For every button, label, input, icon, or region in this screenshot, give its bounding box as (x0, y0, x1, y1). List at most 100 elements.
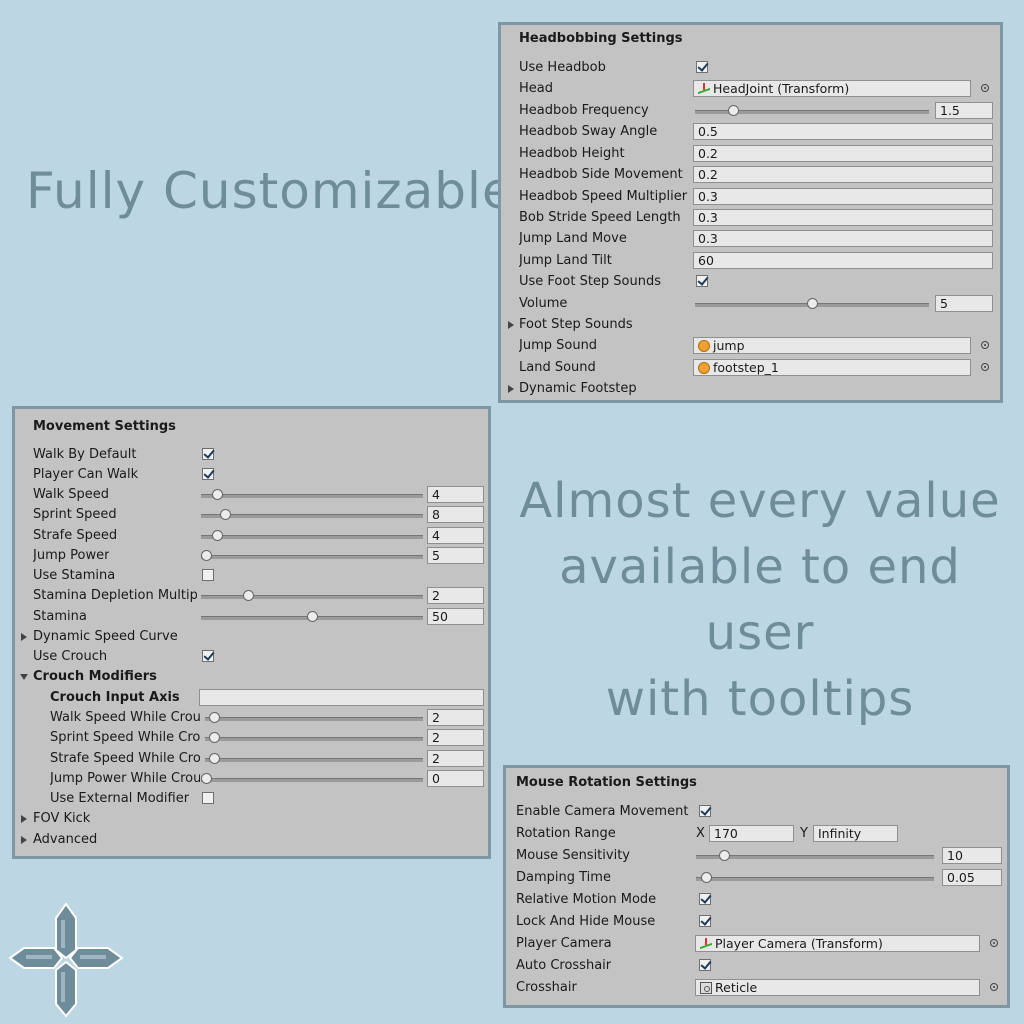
row-headbob-frequency: Headbob Frequency 1.5 (501, 101, 1000, 121)
bob-stride-field[interactable]: 0.3 (693, 209, 993, 226)
enable-camera-label: Enable Camera Movement (516, 804, 689, 819)
walk-by-default-checkbox[interactable] (202, 448, 214, 460)
foldout-arrow-icon[interactable] (21, 815, 27, 823)
walk-while-crouched-slider-track[interactable] (205, 717, 423, 721)
object-picker-icon[interactable] (990, 939, 998, 947)
enable-camera-checkbox[interactable] (699, 805, 711, 817)
strafe-speed-field[interactable]: 4 (427, 527, 484, 544)
foot-step-sounds-label[interactable]: Foot Step Sounds (519, 317, 633, 333)
rotation-x-field[interactable]: 170 (709, 825, 794, 842)
sprint-speed-label: Sprint Speed (33, 507, 117, 522)
sprint-while-crouched-slider-knob[interactable] (209, 732, 221, 743)
mouse-sensitivity-field[interactable]: 10 (942, 847, 1002, 864)
row-dynamic-speed-curve[interactable]: Dynamic Speed Curve (15, 627, 488, 647)
use-external-modifier-checkbox[interactable] (202, 792, 214, 804)
side-movement-field[interactable]: 0.2 (693, 166, 993, 183)
head-object-field[interactable]: HeadJoint (Transform) (693, 80, 971, 97)
stamina-depletion-field[interactable]: 2 (427, 587, 484, 604)
lock-hide-mouse-checkbox[interactable] (699, 915, 711, 927)
headbob-height-field[interactable]: 0.2 (693, 145, 993, 162)
rotation-y-field[interactable]: Infinity (813, 825, 898, 842)
use-foot-step-sounds-checkbox[interactable] (696, 275, 708, 287)
volume-label: Volume (519, 296, 568, 311)
crouch-input-axis-field[interactable] (199, 689, 484, 706)
player-can-walk-checkbox[interactable] (202, 468, 214, 480)
foldout-arrow-icon[interactable] (508, 321, 514, 329)
sprint-speed-slider-track[interactable] (201, 514, 423, 518)
dynamic-footstep-label[interactable]: Dynamic Footstep (519, 381, 637, 397)
land-move-label: Jump Land Move (519, 231, 627, 246)
sway-angle-label: Headbob Sway Angle (519, 124, 658, 139)
crouch-modifiers-label[interactable]: Crouch Modifiers (33, 669, 157, 685)
use-stamina-checkbox[interactable] (202, 569, 214, 581)
jump-while-crouched-slider-knob[interactable] (201, 773, 212, 784)
row-speed-multiplier: Headbob Speed Multiplier 0.3 (501, 187, 1000, 207)
stamina-depletion-slider-knob[interactable] (243, 590, 255, 601)
foldout-arrow-icon[interactable] (21, 836, 27, 844)
strafe-speed-slider-knob[interactable] (211, 530, 223, 541)
mouse-sensitivity-slider-knob[interactable] (718, 850, 730, 861)
fov-kick-label[interactable]: FOV Kick (33, 811, 90, 827)
land-move-field[interactable]: 0.3 (693, 230, 993, 247)
sway-angle-field[interactable]: 0.5 (693, 123, 993, 140)
walk-while-crouched-field[interactable]: 2 (427, 709, 484, 726)
advanced-label[interactable]: Advanced (33, 832, 97, 848)
object-picker-icon[interactable] (981, 84, 989, 92)
sprint-while-crouched-slider-track[interactable] (205, 737, 423, 741)
strafe-while-crouched-slider-knob[interactable] (209, 753, 221, 764)
mouse-sensitivity-slider-track[interactable] (696, 855, 934, 859)
jump-power-slider-knob[interactable] (201, 550, 212, 561)
jump-while-crouched-slider-track[interactable] (201, 778, 423, 782)
object-picker-icon[interactable] (981, 341, 989, 349)
strafe-while-crouched-label: Strafe Speed While Crouched (50, 751, 200, 766)
stamina-depletion-slider-track[interactable] (201, 595, 423, 599)
land-tilt-label: Jump Land Tilt (519, 253, 612, 268)
stamina-field[interactable]: 50 (427, 608, 484, 625)
row-dynamic-footstep[interactable]: Dynamic Footstep (501, 379, 1000, 399)
walk-speed-field[interactable]: 4 (427, 486, 484, 503)
walk-speed-slider-track[interactable] (201, 494, 423, 498)
bob-stride-label: Bob Stride Speed Length (519, 210, 681, 225)
row-fov-kick[interactable]: FOV Kick (15, 809, 488, 829)
dynamic-speed-curve-label[interactable]: Dynamic Speed Curve (33, 629, 178, 645)
damping-time-label: Damping Time (516, 870, 611, 885)
damping-time-slider-knob[interactable] (700, 872, 712, 883)
headbob-frequency-field[interactable]: 1.5 (935, 102, 993, 119)
jump-while-crouched-field[interactable]: 0 (427, 770, 484, 787)
player-camera-field[interactable]: Player Camera (Transform) (695, 935, 980, 952)
relative-motion-checkbox[interactable] (699, 893, 711, 905)
damping-time-slider-track[interactable] (696, 877, 934, 881)
use-headbob-checkbox[interactable] (696, 61, 708, 73)
auto-crosshair-checkbox[interactable] (699, 959, 711, 971)
foldout-arrow-icon[interactable] (21, 633, 27, 641)
strafe-while-crouched-slider-track[interactable] (205, 758, 423, 762)
volume-field[interactable]: 5 (935, 295, 993, 312)
walk-while-crouched-slider-knob[interactable] (209, 712, 221, 723)
stamina-slider-knob[interactable] (306, 611, 318, 622)
strafe-speed-slider-track[interactable] (201, 535, 423, 539)
foldout-arrow-icon[interactable] (508, 385, 514, 393)
headbob-frequency-slider-knob[interactable] (728, 105, 740, 116)
row-crouch-modifiers[interactable]: Crouch Modifiers (15, 667, 488, 687)
crosshair-field[interactable]: Reticle (695, 979, 980, 996)
walk-speed-slider-knob[interactable] (211, 489, 223, 500)
row-foot-step-sounds[interactable]: Foot Step Sounds (501, 315, 1000, 335)
sprint-speed-slider-knob[interactable] (219, 509, 231, 520)
strafe-while-crouched-field[interactable]: 2 (427, 750, 484, 767)
sprint-while-crouched-field[interactable]: 2 (427, 729, 484, 746)
sprint-speed-field[interactable]: 8 (427, 506, 484, 523)
object-picker-icon[interactable] (990, 983, 998, 991)
jump-power-field[interactable]: 5 (427, 547, 484, 564)
damping-time-field[interactable]: 0.05 (942, 869, 1002, 886)
volume-slider-knob[interactable] (806, 298, 818, 309)
walk-while-crouched-label: Walk Speed While Crouched (50, 710, 200, 725)
object-picker-icon[interactable] (981, 363, 989, 371)
jump-sound-field[interactable]: jump (693, 337, 971, 354)
land-sound-field[interactable]: footstep_1 (693, 359, 971, 376)
speed-multiplier-field[interactable]: 0.3 (693, 188, 993, 205)
land-tilt-field[interactable]: 60 (693, 252, 993, 269)
use-crouch-checkbox[interactable] (202, 650, 214, 662)
foldout-arrow-down-icon[interactable] (20, 674, 28, 680)
jump-power-slider-track[interactable] (201, 555, 423, 559)
row-advanced[interactable]: Advanced (15, 830, 488, 850)
